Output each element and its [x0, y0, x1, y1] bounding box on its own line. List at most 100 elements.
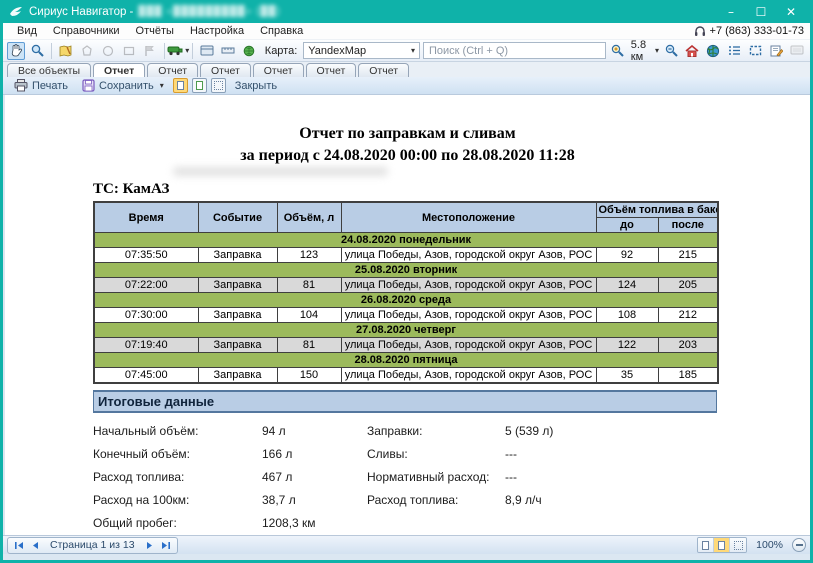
first-page-button[interactable] — [12, 539, 26, 552]
flag-icon — [144, 45, 155, 57]
close-button[interactable]: ✕ — [776, 1, 806, 22]
tab-label: Отчет — [104, 65, 134, 77]
zoom-out-slider-button[interactable] — [792, 538, 806, 552]
tab-report-6[interactable]: Отчет — [358, 63, 409, 77]
multi-page-view-button[interactable] — [730, 538, 746, 552]
summary-label: Сливы: — [367, 448, 505, 461]
view-fit-page-button[interactable] — [192, 78, 207, 93]
circle-tool-button[interactable] — [99, 42, 117, 60]
tab-bar: Все объекты Отчет Отчет Отчет Отчет Отче… — [3, 62, 810, 77]
table-row[interactable]: 07:22:00 Заправка 81 улица Победы, Азов,… — [94, 278, 718, 293]
flag-tool-button[interactable] — [141, 42, 159, 60]
polygon-tool-button[interactable] — [78, 42, 96, 60]
table-row[interactable]: 07:45:00 Заправка 150 улица Победы, Азов… — [94, 368, 718, 384]
print-button[interactable]: Печать — [9, 78, 73, 93]
table-row[interactable]: 07:19:40 Заправка 81 улица Победы, Азов,… — [94, 338, 718, 353]
date-group-row: 26.08.2020 среда — [94, 293, 718, 308]
tab-report-4[interactable]: Отчет — [253, 63, 304, 77]
summary-value: 38,7 л — [262, 494, 367, 507]
panel-button[interactable] — [198, 42, 216, 60]
summary-label: Начальный объём: — [93, 425, 262, 438]
menu-reports[interactable]: Отчёты — [128, 24, 182, 38]
toolbar-separator — [164, 43, 165, 59]
table-row[interactable]: 07:30:00 Заправка 104 улица Победы, Азов… — [94, 308, 718, 323]
prev-page-button[interactable] — [28, 539, 42, 552]
redacted-smudge — [173, 167, 388, 176]
hand-icon — [10, 44, 22, 57]
date-group-label: 28.08.2020 пятница — [94, 353, 718, 368]
selection-rect-icon — [749, 45, 762, 56]
geo-button[interactable] — [240, 42, 258, 60]
tab-report-1[interactable]: Отчет — [93, 63, 145, 77]
selection-button[interactable] — [746, 42, 764, 60]
close-report-button[interactable]: Закрыть — [230, 79, 282, 93]
summary-label: Расход на 100км: — [93, 494, 262, 507]
summary-value: --- — [505, 471, 717, 484]
cell-time: 07:19:40 — [94, 338, 198, 353]
col-header-location: Местоположение — [341, 202, 596, 233]
toolbar-separator — [51, 43, 52, 59]
cell-volume: 81 — [277, 338, 341, 353]
zoom-tool-button[interactable] — [28, 42, 46, 60]
list-button[interactable] — [725, 42, 743, 60]
cell-event: Заправка — [198, 338, 277, 353]
tab-report-5[interactable]: Отчет — [306, 63, 357, 77]
tab-label: Отчет — [211, 65, 240, 77]
table-row[interactable]: 07:35:50 Заправка 123 улица Победы, Азов… — [94, 248, 718, 263]
ruler-button[interactable] — [219, 42, 237, 60]
map-scale-value: 5.8 км — [631, 39, 649, 63]
ruler-icon — [221, 46, 235, 55]
panel-icon — [200, 45, 214, 56]
last-page-button[interactable] — [159, 539, 173, 552]
next-page-button[interactable] — [143, 539, 157, 552]
vehicle-button[interactable]: ▾ — [169, 42, 187, 60]
globe-button[interactable] — [704, 42, 722, 60]
chevron-down-icon: ▾ — [185, 46, 189, 55]
edit-map-button[interactable] — [57, 42, 75, 60]
tab-all-objects[interactable]: Все объекты — [7, 63, 91, 77]
tab-label: Все объекты — [18, 65, 80, 77]
menu-help[interactable]: Справка — [252, 24, 311, 38]
fit-page-view-button[interactable] — [714, 538, 730, 552]
fuel-report-table: Время Событие Объём, л Местоположение Об… — [93, 201, 719, 384]
cell-event: Заправка — [198, 368, 277, 384]
tab-report-2[interactable]: Отчет — [147, 63, 198, 77]
map-select[interactable]: YandexMap ▾ — [303, 42, 420, 59]
summary-spacer — [505, 517, 717, 530]
date-group-label: 24.08.2020 понедельник — [94, 233, 718, 248]
col-header-fuel-group: Объём топлива в баке, л — [596, 202, 718, 218]
summary-label: Нормативный расход: — [367, 471, 505, 484]
edit-note-button[interactable] — [767, 42, 785, 60]
rectangle-tool-button[interactable] — [120, 42, 138, 60]
cell-time: 07:22:00 — [94, 278, 198, 293]
menu-directories[interactable]: Справочники — [45, 24, 128, 38]
map-label: Карта: — [265, 45, 298, 57]
support-phone: +7 (863) 333-01-73 — [710, 25, 804, 37]
monitor-button[interactable] — [788, 42, 806, 60]
minimize-button[interactable]: – — [716, 1, 746, 22]
summary-value: 1208,3 км — [262, 517, 367, 530]
menu-view[interactable]: Вид — [9, 24, 45, 38]
view-single-page-button[interactable] — [173, 78, 188, 93]
pan-tool-button[interactable] — [7, 42, 25, 60]
summary-value: 5 (539 л) — [505, 425, 717, 438]
edit-note-icon — [770, 45, 783, 57]
report-title-line2: за период с 24.08.2020 00:00 по 28.08.20… — [5, 145, 810, 167]
view-fit-width-button[interactable] — [211, 78, 226, 93]
col-header-time: Время — [94, 202, 198, 233]
small-globe-icon — [243, 45, 255, 57]
cell-location: улица Победы, Азов, городской округ Азов… — [341, 278, 596, 293]
home-button[interactable] — [683, 42, 701, 60]
zoom-out-button[interactable] — [662, 42, 680, 60]
menu-settings[interactable]: Настройка — [182, 24, 252, 38]
tab-label: Отчет — [369, 65, 398, 77]
search-input[interactable] — [423, 42, 606, 59]
maximize-button[interactable]: ☐ — [746, 1, 776, 22]
tab-report-3[interactable]: Отчет — [200, 63, 251, 77]
single-page-view-button[interactable] — [698, 538, 714, 552]
zoom-in-button[interactable] — [609, 42, 627, 60]
headset-icon — [694, 26, 706, 37]
map-select-value: YandexMap — [308, 45, 366, 57]
chevron-down-icon: ▾ — [655, 46, 659, 55]
save-button[interactable]: Сохранить ▾ — [77, 78, 169, 93]
